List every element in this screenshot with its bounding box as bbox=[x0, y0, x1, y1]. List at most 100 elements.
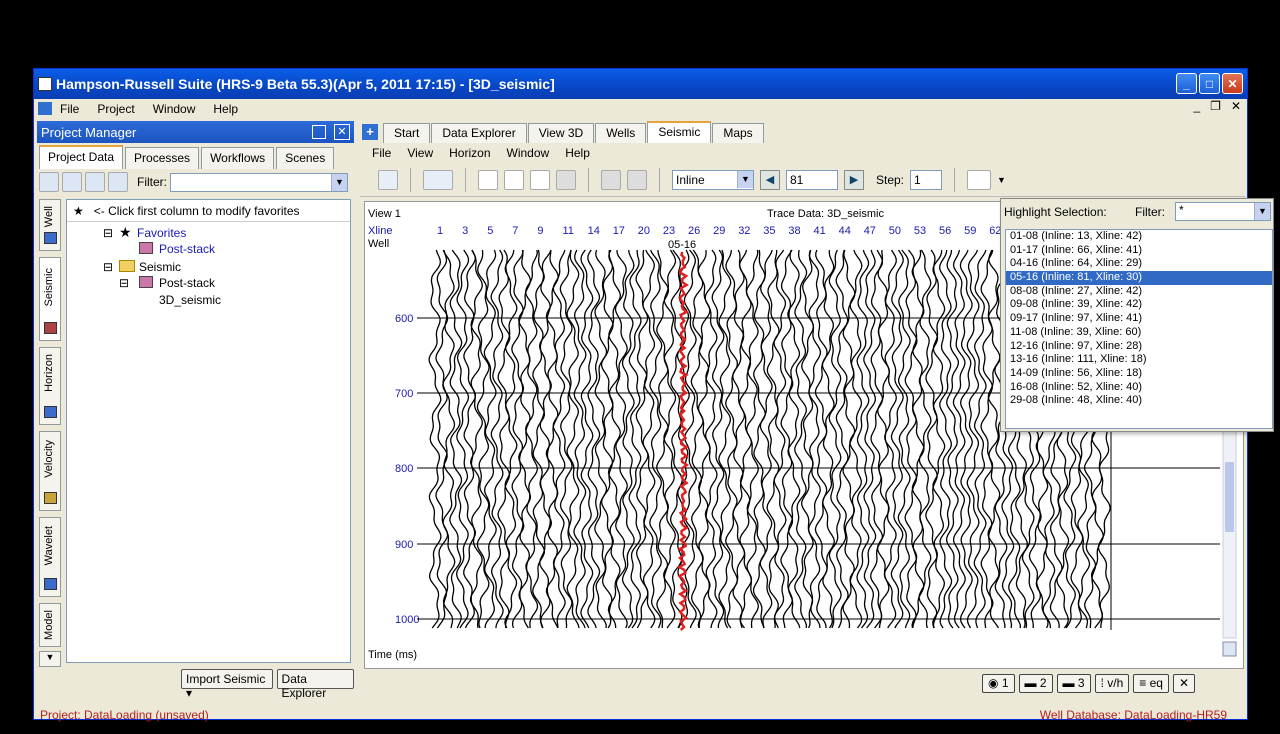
tree-seis-poststack[interactable]: Post-stack bbox=[159, 276, 215, 290]
menu-help[interactable]: Help bbox=[213, 102, 238, 116]
eye-icon[interactable] bbox=[423, 169, 453, 190]
mdi-minimize-icon[interactable]: _ bbox=[1193, 99, 1200, 113]
chevron-down-icon[interactable]: ▼ bbox=[1254, 203, 1270, 220]
seismic-trace bbox=[835, 249, 849, 629]
add-tab-icon[interactable]: + bbox=[362, 124, 378, 140]
pin-icon[interactable] bbox=[312, 125, 326, 139]
view-3-button[interactable]: ▬ 3 bbox=[1056, 674, 1091, 693]
view-1-button[interactable]: ◉ 1 bbox=[982, 674, 1015, 693]
zoom-out-icon[interactable] bbox=[530, 169, 550, 190]
well-list-item[interactable]: 11-08 (Inline: 39, Xline: 60) bbox=[1006, 326, 1272, 340]
minimize-button[interactable]: _ bbox=[1176, 73, 1197, 94]
side-tab-velocity[interactable]: Velocity bbox=[39, 431, 61, 511]
tab-wells[interactable]: Wells bbox=[595, 123, 647, 143]
import-seismic-button[interactable]: Import Seismic ▾ bbox=[181, 669, 273, 700]
chevron-down-icon[interactable]: ▼ bbox=[737, 170, 753, 188]
tree-fav-poststack[interactable]: Post-stack bbox=[159, 242, 215, 256]
well-list-item[interactable]: 14-09 (Inline: 56, Xline: 18) bbox=[1006, 367, 1272, 381]
maximize-button[interactable]: □ bbox=[1199, 73, 1220, 94]
well-highlight-icon[interactable] bbox=[967, 169, 992, 190]
import-icon[interactable] bbox=[85, 172, 105, 192]
horizon-tab-icon bbox=[44, 406, 57, 418]
tab-data-explorer[interactable]: Data Explorer bbox=[431, 123, 527, 143]
well-list-item[interactable]: 12-16 (Inline: 97, Xline: 28) bbox=[1006, 340, 1272, 354]
side-tab-scroll-icon[interactable]: ▼ bbox=[39, 651, 61, 667]
menu-window[interactable]: Window bbox=[153, 102, 196, 116]
seis-menu-file[interactable]: File bbox=[372, 146, 391, 160]
xline-tick-label: 26 bbox=[688, 225, 700, 237]
well-list-item[interactable]: 13-16 (Inline: 111, Xline: 18) bbox=[1006, 353, 1272, 367]
well-list-item[interactable]: 01-17 (Inline: 66, Xline: 41) bbox=[1006, 244, 1272, 258]
seis-menu-window[interactable]: Window bbox=[507, 146, 550, 160]
seis-menu-help[interactable]: Help bbox=[565, 146, 590, 160]
data-explorer-button[interactable]: Data Explorer bbox=[276, 669, 354, 700]
title-bar: Hampson-Russell Suite (HRS-9 Beta 55.3)(… bbox=[34, 69, 1247, 99]
tree-favorites[interactable]: Favorites bbox=[137, 226, 186, 240]
well-icon[interactable] bbox=[108, 172, 128, 192]
tab-processes[interactable]: Processes bbox=[125, 147, 200, 169]
time-tick-label: 700 bbox=[395, 388, 413, 400]
export-icon[interactable] bbox=[378, 169, 398, 190]
inline-number-input[interactable]: 81 bbox=[786, 169, 838, 190]
side-tab-well[interactable]: Well bbox=[39, 199, 61, 251]
tree-collapse-icon[interactable]: ⊟ bbox=[103, 226, 113, 240]
xline-tick-label: 53 bbox=[914, 225, 926, 237]
tab-maps[interactable]: Maps bbox=[712, 123, 764, 143]
vh-button[interactable]: ⁞ v/h bbox=[1094, 674, 1130, 693]
well-list-item[interactable]: 16-08 (Inline: 52, Xline: 40) bbox=[1006, 381, 1272, 395]
seismic-trace bbox=[669, 249, 684, 629]
link-icon[interactable] bbox=[601, 169, 621, 190]
tree-collapse-icon[interactable]: ⊟ bbox=[119, 276, 129, 290]
seis-menu-view[interactable]: View bbox=[407, 146, 433, 160]
star-icon[interactable]: ★ bbox=[73, 204, 84, 218]
tools-icon[interactable]: ✕ bbox=[1172, 674, 1196, 693]
main-menubar: File Project Window Help bbox=[34, 99, 1247, 119]
inline-select[interactable]: Inline ▼ bbox=[672, 169, 754, 190]
tab-seismic[interactable]: Seismic bbox=[647, 121, 712, 143]
tab-start[interactable]: Start bbox=[383, 123, 431, 143]
well-highlight-dropdown-icon[interactable]: ▼ bbox=[997, 175, 1006, 185]
well-list-item[interactable]: 05-16 (Inline: 81, Xline: 30) bbox=[1006, 271, 1272, 285]
step-input[interactable]: 1 bbox=[910, 169, 943, 190]
side-tab-horizon[interactable]: Horizon bbox=[39, 347, 61, 425]
seis-menu-horizon[interactable]: Horizon bbox=[449, 146, 490, 160]
next-inline-button[interactable]: ▶ bbox=[844, 169, 864, 190]
eq-button[interactable]: ≡ eq bbox=[1133, 674, 1169, 693]
cube-icon[interactable] bbox=[62, 172, 82, 192]
tab-workflows[interactable]: Workflows bbox=[201, 147, 275, 169]
side-tab-seismic[interactable]: Seismic bbox=[39, 257, 61, 341]
filter-input[interactable]: ▼ bbox=[170, 172, 348, 192]
project-tabs: Project Data Processes Workflows Scenes bbox=[37, 143, 354, 169]
well-list-item[interactable]: 04-16 (Inline: 64, Xline: 29) bbox=[1006, 257, 1272, 271]
tree-seismic[interactable]: Seismic bbox=[139, 260, 181, 274]
side-tab-wavelet[interactable]: Wavelet bbox=[39, 517, 61, 597]
well-list-item[interactable]: 01-08 (Inline: 13, Xline: 42) bbox=[1006, 230, 1272, 244]
menu-file[interactable]: File bbox=[60, 102, 79, 116]
view-2-button[interactable]: ▬ 2 bbox=[1018, 674, 1053, 693]
popup-filter-input[interactable]: * ▼ bbox=[1175, 202, 1271, 221]
well-list-item[interactable]: 09-08 (Inline: 39, Xline: 42) bbox=[1006, 298, 1272, 312]
well-list-item[interactable]: 09-17 (Inline: 97, Xline: 41) bbox=[1006, 312, 1272, 326]
chevron-down-icon[interactable]: ▼ bbox=[331, 173, 347, 191]
scrollbar-thumb[interactable] bbox=[1225, 462, 1234, 532]
tab-scenes[interactable]: Scenes bbox=[276, 147, 335, 169]
panel-close-icon[interactable]: ✕ bbox=[334, 124, 350, 140]
tree-3d-seismic[interactable]: 3D_seismic bbox=[159, 293, 221, 307]
well-list-item[interactable]: 08-08 (Inline: 27, Xline: 42) bbox=[1006, 285, 1272, 299]
tab-view-3d[interactable]: View 3D bbox=[527, 123, 595, 143]
zoom-reset-icon[interactable] bbox=[556, 169, 576, 190]
close-button[interactable]: ✕ bbox=[1222, 73, 1243, 94]
globe-icon[interactable] bbox=[39, 172, 59, 192]
prev-inline-button[interactable]: ◀ bbox=[760, 169, 780, 190]
unlink-icon[interactable] bbox=[627, 169, 647, 190]
side-tab-model[interactable]: Model bbox=[39, 603, 61, 647]
mdi-close-icon[interactable]: ✕ bbox=[1231, 99, 1241, 113]
zoom-in-icon[interactable] bbox=[504, 169, 524, 190]
mdi-restore-icon[interactable]: ❐ bbox=[1210, 99, 1221, 113]
menu-project[interactable]: Project bbox=[97, 102, 134, 116]
well-list-item[interactable]: 29-08 (Inline: 48, Xline: 40) bbox=[1006, 394, 1272, 408]
scroll-down-icon[interactable] bbox=[1222, 641, 1237, 657]
tab-project-data[interactable]: Project Data bbox=[39, 145, 124, 169]
zoom-icon[interactable] bbox=[478, 169, 498, 190]
tree-collapse-icon[interactable]: ⊟ bbox=[103, 260, 113, 274]
